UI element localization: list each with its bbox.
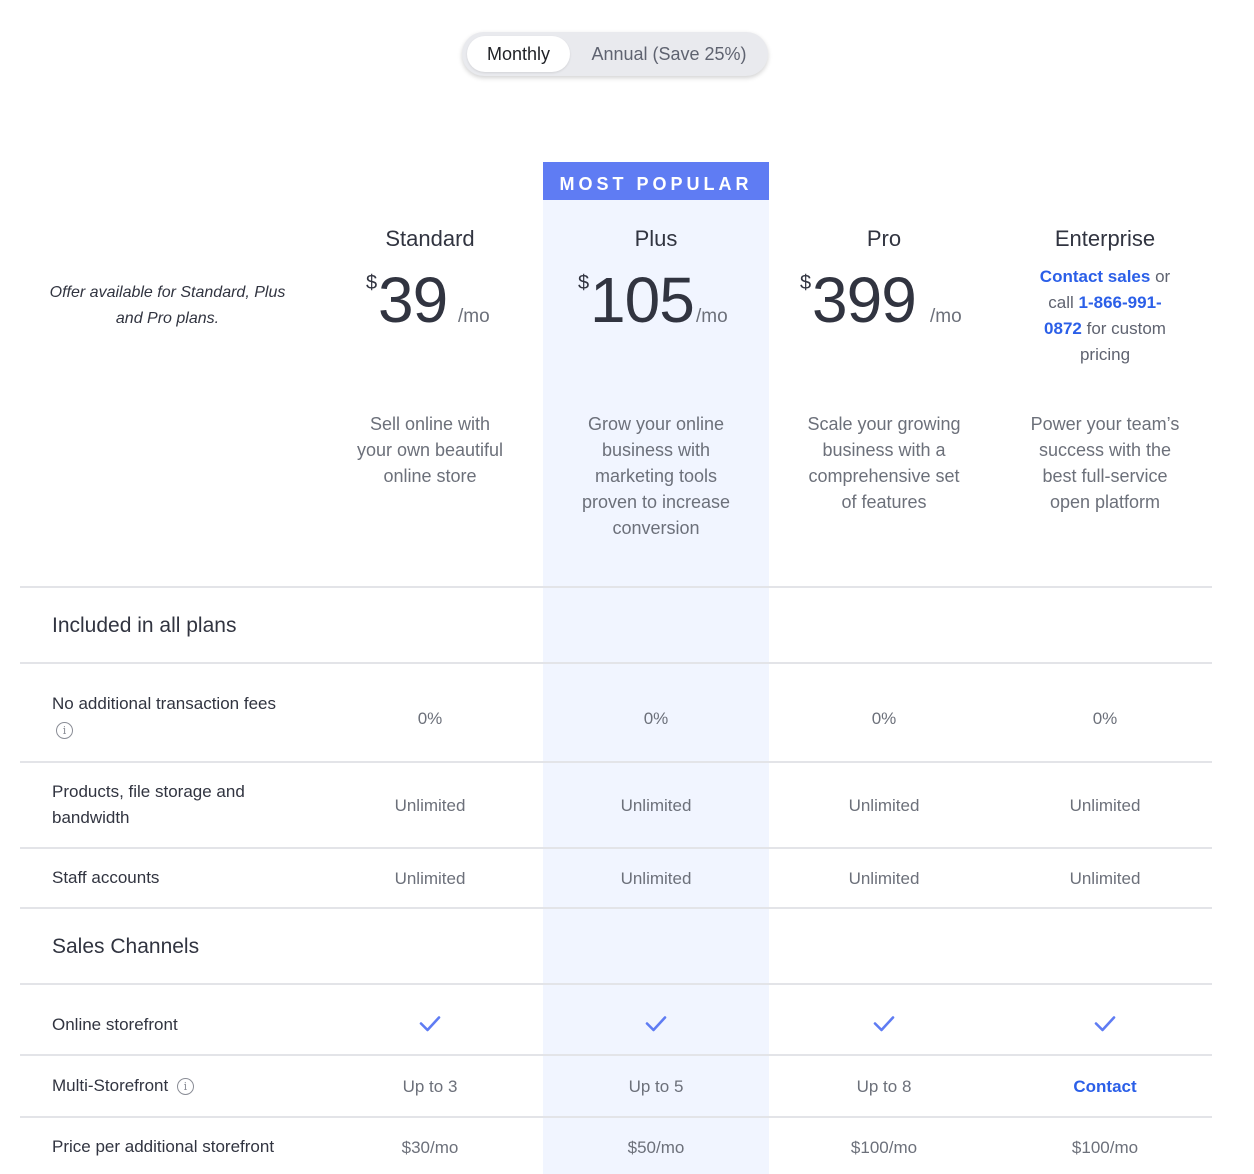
check-icon <box>784 1011 984 1035</box>
divider <box>20 983 1212 985</box>
table-cell: 0% <box>871 709 897 728</box>
divider <box>20 847 1212 849</box>
table-cell: Unlimited <box>620 869 692 888</box>
table-cell: Unlimited <box>394 796 466 815</box>
table-cell: $50/mo <box>627 1138 685 1157</box>
price-period: /mo <box>696 306 728 327</box>
row-label-multi-storefront: Multi-Storefront i <box>52 1073 312 1099</box>
section-title-sales-channels: Sales Channels <box>52 935 200 958</box>
price-plus: $ 105 /mo <box>578 262 748 342</box>
check-icon <box>556 1011 756 1035</box>
table-cell: Unlimited <box>394 869 466 888</box>
info-icon[interactable]: i <box>176 1078 194 1096</box>
plan-name-pro: Pro <box>866 226 902 251</box>
contact-text: for custom pricing <box>1079 319 1166 364</box>
row-label-products: Products, file storage and bandwidth <box>52 782 245 827</box>
table-cell: Unlimited <box>848 869 920 888</box>
table-cell: Unlimited <box>848 796 920 815</box>
plan-description-enterprise: Power your team’s success with the best … <box>1030 414 1180 512</box>
contact-link[interactable]: Contact <box>1005 1077 1205 1097</box>
plan-name-plus: Plus <box>634 226 678 251</box>
divider <box>20 1116 1212 1118</box>
most-popular-badge: MOST POPULAR <box>543 162 769 200</box>
plan-description-standard: Sell online with your own beautiful onli… <box>356 414 504 486</box>
offer-note: Offer available for Standard, Plus and P… <box>49 284 286 327</box>
row-label-additional-storefront-price: Price per additional storefront <box>52 1137 275 1156</box>
row-label-text: No additional transaction fees <box>52 694 276 713</box>
row-label-text: Multi-Storefront <box>52 1076 169 1095</box>
table-cell: $100/mo <box>850 1138 918 1157</box>
plan-name-enterprise: Enterprise <box>1054 226 1156 251</box>
row-label-transaction-fees: No additional transaction fees i <box>52 691 292 743</box>
row-label-staff-accounts: Staff accounts <box>52 868 160 887</box>
section-title-included: Included in all plans <box>52 614 237 637</box>
table-cell: Unlimited <box>1069 869 1141 888</box>
table-cell: Unlimited <box>620 796 692 815</box>
table-cell: Up to 8 <box>856 1077 912 1096</box>
enterprise-contact: Contact sales or call 1-866-991-0872 for… <box>1030 264 1180 368</box>
billing-toggle[interactable]: Monthly Annual (Save 25%) <box>462 32 768 76</box>
table-cell: 0% <box>417 709 443 728</box>
table-cell: $30/mo <box>401 1138 459 1157</box>
price-currency: $ <box>366 272 378 294</box>
annual-option[interactable]: Annual (Save 25%) <box>576 36 762 72</box>
price-pro: $ 399 /mo <box>800 262 975 342</box>
row-label-online-storefront: Online storefront <box>52 1015 178 1034</box>
table-cell: $100/mo <box>1071 1138 1139 1157</box>
plan-description-plus: Grow your online business with marketing… <box>581 414 731 538</box>
price-currency: $ <box>578 272 590 294</box>
table-cell: Up to 3 <box>402 1077 458 1096</box>
price-standard: $ 39 /mo <box>366 262 506 342</box>
monthly-option[interactable]: Monthly <box>467 36 570 72</box>
price-amount: 39 <box>378 264 448 336</box>
price-amount: 399 <box>812 264 917 336</box>
plan-name-standard: Standard <box>385 226 475 251</box>
table-cell: Up to 5 <box>628 1077 684 1096</box>
divider <box>20 761 1212 763</box>
table-cell: Unlimited <box>1069 796 1141 815</box>
check-icon <box>330 1011 530 1035</box>
divider <box>20 662 1212 664</box>
info-icon[interactable]: i <box>56 722 73 740</box>
table-cell: 0% <box>1092 709 1118 728</box>
divider <box>20 1054 1212 1056</box>
price-currency: $ <box>800 272 812 294</box>
contact-sales-link[interactable]: Contact sales <box>1040 267 1151 286</box>
table-cell: 0% <box>643 709 669 728</box>
divider <box>20 586 1212 588</box>
price-period: /mo <box>930 306 962 327</box>
check-icon <box>1005 1011 1205 1035</box>
divider <box>20 907 1212 909</box>
plan-description-pro: Scale your growing business with a compr… <box>807 414 961 512</box>
price-period: /mo <box>458 306 490 327</box>
price-amount: 105 <box>590 264 695 336</box>
